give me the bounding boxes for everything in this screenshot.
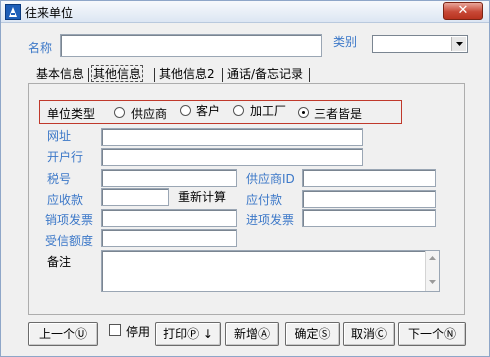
- payable-label: 应付款: [246, 193, 283, 207]
- close-icon: ✕: [457, 3, 469, 18]
- credit-limit-label: 受信额度: [45, 234, 94, 248]
- receivable-input[interactable]: [101, 188, 169, 206]
- dialog-window: 往来单位 ✕ 名称 类别 基本信息 其他信息 其他信息2 通话/备忘记录 单位类…: [0, 0, 490, 357]
- tax-id-input[interactable]: [101, 169, 237, 187]
- sales-invoice-input[interactable]: [101, 209, 237, 227]
- tab-call-memo[interactable]: 通话/备忘记录: [227, 66, 303, 83]
- radio-supplier[interactable]: [114, 107, 125, 118]
- category-label: 类别: [333, 35, 358, 49]
- bank-label: 开户行: [47, 150, 84, 164]
- name-label: 名称: [28, 41, 53, 55]
- tab-basic-info[interactable]: 基本信息: [36, 66, 84, 83]
- tab-divider: [222, 68, 223, 82]
- notes-textarea[interactable]: [101, 250, 440, 292]
- credit-limit-input[interactable]: [101, 229, 237, 247]
- scroll-up-icon[interactable]: [426, 253, 439, 265]
- tab-divider: [309, 68, 310, 82]
- tab-divider: [154, 68, 155, 82]
- radio-factory-label[interactable]: 加工厂: [250, 102, 286, 119]
- sales-invoice-label: 销项发票: [45, 213, 94, 227]
- payable-input[interactable]: [302, 190, 436, 208]
- notes-scrollbar[interactable]: [425, 251, 439, 291]
- scroll-down-icon[interactable]: [426, 277, 439, 289]
- unit-type-label: 单位类型: [47, 107, 96, 121]
- window-title: 往来单位: [25, 6, 74, 20]
- tab-other-info-2[interactable]: 其他信息2: [159, 66, 215, 83]
- new-button[interactable]: 新增Ⓐ: [225, 322, 279, 346]
- radio-all-three[interactable]: [298, 107, 309, 118]
- app-icon: [5, 4, 21, 20]
- notes-label: 备注: [47, 255, 72, 269]
- bank-input[interactable]: [101, 148, 363, 166]
- website-input[interactable]: [101, 128, 363, 146]
- ok-button[interactable]: 确定Ⓢ: [285, 322, 340, 346]
- radio-supplier-label[interactable]: 供应商: [131, 105, 167, 122]
- radio-all-three-label[interactable]: 三者皆是: [314, 105, 362, 122]
- category-select[interactable]: [372, 35, 468, 53]
- tax-id-label: 税号: [47, 172, 72, 186]
- cancel-button[interactable]: 取消Ⓒ: [343, 322, 395, 346]
- name-input[interactable]: [60, 34, 322, 57]
- website-label: 网址: [47, 129, 72, 143]
- radio-customer[interactable]: [180, 105, 191, 116]
- radio-factory[interactable]: [233, 105, 244, 116]
- tab-other-info[interactable]: 其他信息: [91, 65, 144, 82]
- prev-button[interactable]: 上一个Ⓤ: [28, 322, 98, 346]
- disable-checkbox[interactable]: [109, 324, 121, 336]
- disable-label[interactable]: 停用: [126, 323, 150, 340]
- title-bar[interactable]: 往来单位 ✕: [1, 1, 489, 23]
- purchase-invoice-label: 进项发票: [246, 213, 295, 227]
- supplier-id-input[interactable]: [302, 169, 436, 187]
- receivable-label: 应收款: [47, 193, 84, 207]
- next-button[interactable]: 下一个Ⓝ: [398, 322, 466, 346]
- chevron-down-icon[interactable]: [451, 37, 466, 51]
- recalculate-button[interactable]: 重新计算: [178, 188, 226, 205]
- supplier-id-label: 供应商ID: [246, 172, 295, 186]
- purchase-invoice-input[interactable]: [302, 209, 436, 227]
- close-button[interactable]: ✕: [443, 2, 483, 20]
- print-button[interactable]: 打印Ⓟ ↓: [155, 322, 221, 346]
- radio-customer-label[interactable]: 客户: [196, 102, 220, 119]
- tab-divider: [88, 68, 89, 82]
